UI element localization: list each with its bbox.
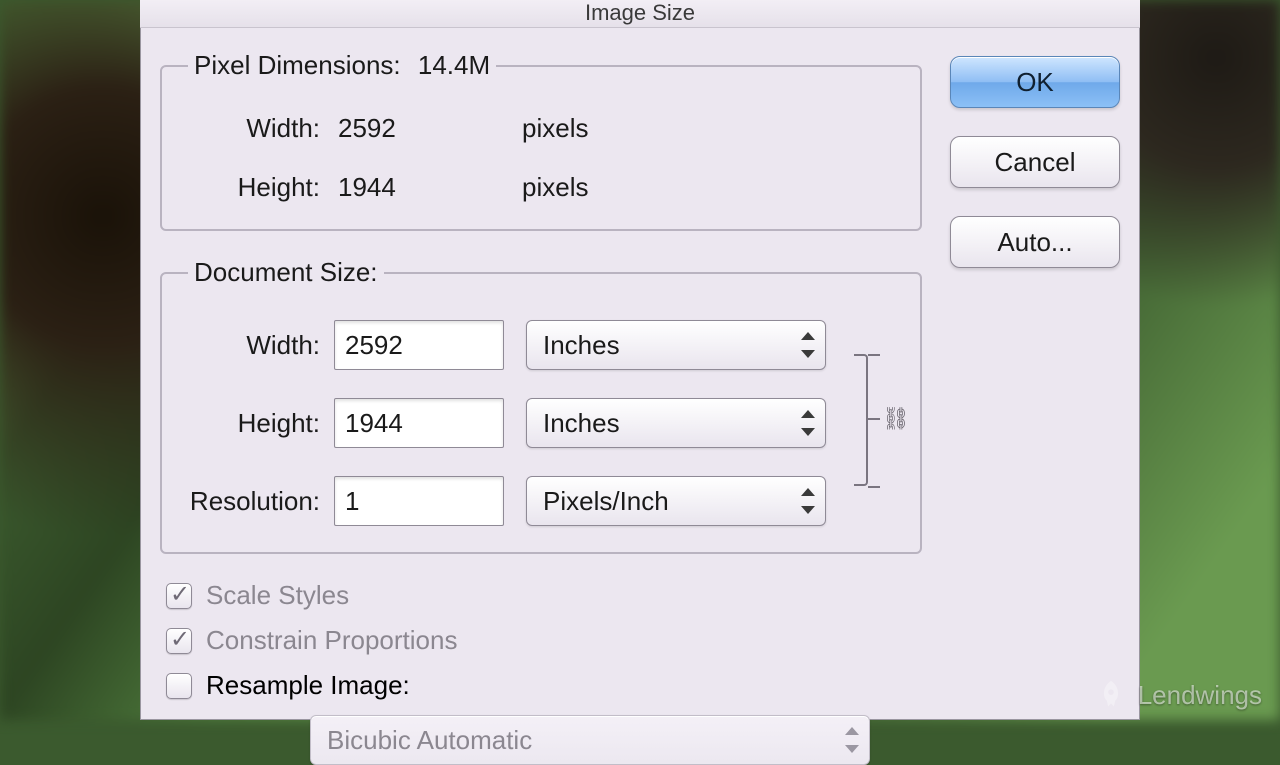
resample-method-value: Bicubic Automatic — [327, 725, 532, 756]
pixel-width-unit: pixels — [510, 113, 588, 144]
chain-link-icon: ⛓ — [882, 406, 910, 432]
stepper-arrows-icon — [799, 486, 817, 516]
doc-width-input[interactable] — [334, 320, 504, 370]
pixel-width-label: Width: — [174, 113, 334, 144]
pixel-dimensions-legend: Pixel Dimensions: 14.4M — [188, 50, 496, 81]
document-size-legend: Document Size: — [188, 257, 384, 288]
pixel-height-unit: pixels — [510, 172, 588, 203]
dialog-title: Image Size — [140, 0, 1140, 28]
pixel-height-label: Height: — [174, 172, 334, 203]
resample-method-select: Bicubic Automatic — [310, 715, 870, 765]
document-size-group: Document Size: Width: Inches Height — [160, 257, 922, 554]
scale-styles-label: Scale Styles — [206, 580, 349, 611]
constrain-proportions-label: Constrain Proportions — [206, 625, 457, 656]
resample-image-checkbox[interactable] — [166, 673, 192, 699]
scale-styles-row: Scale Styles — [166, 580, 922, 611]
stepper-arrows-icon — [843, 725, 861, 755]
stepper-arrows-icon — [799, 408, 817, 438]
resample-image-row: Resample Image: — [166, 670, 922, 701]
pixel-height-value: 1944 — [334, 172, 510, 203]
doc-resolution-label: Resolution: — [174, 486, 334, 517]
doc-height-label: Height: — [174, 408, 334, 439]
cancel-button[interactable]: Cancel — [950, 136, 1120, 188]
doc-height-unit-select[interactable]: Inches — [526, 398, 826, 448]
image-size-dialog: Image Size Pixel Dimensions: 14.4M Width… — [140, 0, 1140, 720]
doc-resolution-unit-select[interactable]: Pixels/Inch — [526, 476, 826, 526]
doc-resolution-unit-value: Pixels/Inch — [543, 486, 669, 517]
resample-image-label: Resample Image: — [206, 670, 410, 701]
pixel-dimensions-size: 14.4M — [418, 50, 490, 80]
auto-button[interactable]: Auto... — [950, 216, 1120, 268]
doc-width-unit-select[interactable]: Inches — [526, 320, 826, 370]
constrain-link-indicator: ⛓ — [848, 344, 902, 496]
doc-resolution-input[interactable] — [334, 476, 504, 526]
constrain-proportions-row: Constrain Proportions — [166, 625, 922, 656]
pixel-width-value: 2592 — [334, 113, 510, 144]
pixel-dimensions-group: Pixel Dimensions: 14.4M Width: 2592 pixe… — [160, 50, 922, 231]
stepper-arrows-icon — [799, 330, 817, 360]
doc-height-input[interactable] — [334, 398, 504, 448]
constrain-proportions-checkbox[interactable] — [166, 628, 192, 654]
pixel-dimensions-label: Pixel Dimensions: — [194, 50, 401, 80]
ok-button[interactable]: OK — [950, 56, 1120, 108]
doc-width-label: Width: — [174, 330, 334, 361]
doc-width-unit-value: Inches — [543, 330, 620, 361]
doc-height-unit-value: Inches — [543, 408, 620, 439]
scale-styles-checkbox[interactable] — [166, 583, 192, 609]
